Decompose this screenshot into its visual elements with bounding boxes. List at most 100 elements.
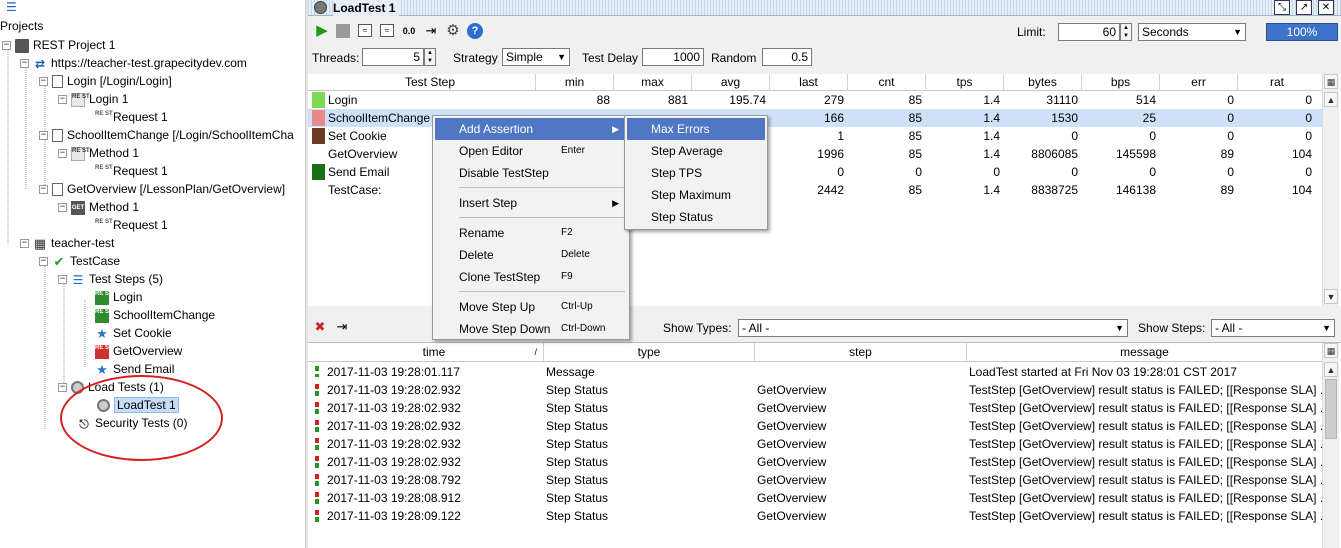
clear-log-icon[interactable]: ✖	[312, 319, 328, 335]
assertion-item-step-tps[interactable]: Step TPS	[627, 162, 765, 184]
scroll-up-arrow[interactable]: ▲	[1324, 362, 1338, 377]
tree-node-step-setcookie[interactable]: ★ Set Cookie	[95, 324, 172, 342]
scroll-up-arrow[interactable]: ▲	[1324, 92, 1338, 107]
column-header[interactable]: bps	[1082, 74, 1160, 91]
assertion-item-max-errors[interactable]: Max Errors	[627, 118, 765, 140]
menu-item-clone-teststep[interactable]: Clone TestStep F9	[435, 266, 627, 288]
tree-node-resource-login[interactable]: − Login [/Login/Login]	[39, 72, 172, 90]
column-header[interactable]: max	[614, 74, 692, 91]
tree-node-step-login[interactable]: RE STLogin	[95, 288, 142, 306]
collapse-toggle[interactable]: −	[39, 77, 48, 87]
export-icon[interactable]: ⇥	[423, 23, 439, 39]
statistics-row[interactable]: Login 88 881 195.74 279 85 1.4 31110 514 0 0	[308, 91, 1322, 109]
collapse-toggle[interactable]: −	[58, 95, 67, 105]
menu-item-move-step-down[interactable]: Move Step Down Ctrl-Down	[435, 318, 627, 340]
collapse-toggle[interactable]: −	[20, 59, 29, 69]
threads-spinner[interactable]: ▲ ▼	[424, 48, 436, 66]
column-header[interactable]: cnt	[848, 74, 926, 91]
column-header-message[interactable]: message	[967, 343, 1322, 362]
column-header[interactable]: min	[536, 74, 614, 91]
tree-node-resource-getoverview[interactable]: − GetOverview [/LessonPlan/GetOverview]	[39, 180, 285, 198]
log-row[interactable]: 2017-11-03 19:28:02.932 Step Status GetOve…	[308, 381, 1322, 399]
assertion-item-step-status[interactable]: Step Status	[627, 206, 765, 228]
column-header[interactable]: last	[770, 74, 848, 91]
show-steps-select[interactable]: - All - ▼	[1211, 319, 1335, 337]
tree-node-method[interactable]: − RE STMethod 1	[58, 144, 139, 162]
tree-node-request[interactable]: RE STRequest 1	[95, 108, 168, 126]
test-delay-input[interactable]: 1000	[642, 48, 704, 66]
limit-input[interactable]: 60	[1058, 23, 1120, 41]
menu-item-add-assertion[interactable]: Add Assertion ▶	[435, 118, 627, 140]
column-header-step[interactable]: step	[755, 343, 967, 362]
tree-node-testsuite[interactable]: − ▦ teacher-test	[20, 234, 114, 252]
menu-item-insert-step[interactable]: Insert Step ▶	[435, 192, 627, 214]
menu-item-disable-teststep[interactable]: Disable TestStep	[435, 162, 627, 184]
column-chooser-icon[interactable]: ▦	[1324, 343, 1338, 358]
threads-input[interactable]: 5	[362, 48, 424, 66]
tree-node-step-getoverview[interactable]: RE STGetOverview	[95, 342, 182, 360]
random-input[interactable]: 0.5	[762, 48, 812, 66]
collapse-toggle[interactable]: −	[39, 185, 48, 195]
tree-node-service[interactable]: − ⇄ https://teacher-test.grapecitydev.com	[20, 54, 247, 72]
statistics-graph-icon[interactable]: ≈	[358, 24, 372, 37]
column-header[interactable]: rat	[1238, 74, 1316, 91]
column-header[interactable]: err	[1160, 74, 1238, 91]
strategy-select[interactable]: Simple ▼	[502, 48, 570, 66]
tree-node-resource-schoolitemchange[interactable]: − SchoolItemChange [/Login/SchoolItemCha	[39, 126, 294, 144]
log-row[interactable]: 2017-11-03 19:28:02.932 Step Status GetOve…	[308, 399, 1322, 417]
assertion-item-step-maximum[interactable]: Step Maximum	[627, 184, 765, 206]
column-header[interactable]: tps	[926, 74, 1004, 91]
close-window-icon[interactable]: ✕	[1318, 0, 1334, 15]
column-header-time[interactable]: time /	[325, 343, 544, 362]
reset-statistics-icon[interactable]: 0.0	[401, 23, 417, 39]
log-row[interactable]: 2017-11-03 19:28:09.122 Step Status GetOve…	[308, 507, 1322, 525]
log-scrollbar[interactable]: ▦ ▲	[1322, 343, 1339, 548]
tree-node-teststeps[interactable]: − ☰ Test Steps (5)	[58, 270, 163, 288]
tree-node-request[interactable]: RE STRequest 1	[95, 162, 168, 180]
menu-item-move-step-up[interactable]: Move Step Up Ctrl-Up	[435, 296, 627, 318]
collapse-toggle[interactable]: −	[20, 239, 29, 249]
statistics-history-icon[interactable]: ≈	[380, 24, 394, 37]
collapse-toggle[interactable]: −	[58, 383, 67, 393]
scrollbar-thumb[interactable]	[1325, 379, 1337, 439]
limit-unit-select[interactable]: Seconds ▼	[1138, 23, 1246, 41]
log-row[interactable]: 2017-11-03 19:28:02.932 Step Status GetOve…	[308, 435, 1322, 453]
tree-node-step-schoolitemchange[interactable]: RE STSchoolItemChange	[95, 306, 215, 324]
menu-item-open-editor[interactable]: Open Editor Enter	[435, 140, 627, 162]
log-row[interactable]: 2017-11-03 19:28:08.792 Step Status GetOve…	[308, 471, 1322, 489]
stop-icon[interactable]	[336, 24, 350, 38]
menu-item-delete[interactable]: Delete Delete	[435, 244, 627, 266]
tree-node-method-login1[interactable]: − RE STLogin 1	[58, 90, 128, 108]
limit-spinner[interactable]: ▲ ▼	[1120, 23, 1132, 41]
menu-item-rename[interactable]: Rename F2	[435, 222, 627, 244]
show-types-select[interactable]: - All - ▼	[738, 319, 1128, 337]
assertion-item-step-average[interactable]: Step Average	[627, 140, 765, 162]
collapse-toggle[interactable]: −	[58, 149, 67, 159]
collapse-toggle[interactable]: −	[2, 41, 11, 51]
detach-window-icon[interactable]: ↗	[1296, 0, 1312, 15]
column-chooser-icon[interactable]: ▦	[1324, 74, 1338, 89]
collapse-toggle[interactable]: −	[39, 131, 48, 141]
collapse-toggle[interactable]: −	[58, 203, 67, 213]
tree-node-method-get[interactable]: − GET Method 1	[58, 198, 139, 216]
column-header[interactable]: bytes	[1004, 74, 1082, 91]
log-row[interactable]: 2017-11-03 19:28:02.932 Step Status GetOve…	[308, 417, 1322, 435]
scroll-down-arrow[interactable]: ▼	[1324, 289, 1338, 304]
collapse-toggle[interactable]: −	[39, 257, 48, 267]
collapse-toggle[interactable]: −	[58, 275, 67, 285]
run-play-icon[interactable]: ▶	[314, 23, 330, 39]
help-icon[interactable]: ?	[467, 23, 483, 39]
column-header[interactable]: avg	[692, 74, 770, 91]
column-header[interactable]: Test Step	[325, 74, 536, 91]
tree-node-request[interactable]: RE STRequest 1	[95, 216, 168, 234]
statistics-scrollbar[interactable]: ▦ ▲ ▼	[1322, 74, 1339, 306]
log-row[interactable]: 2017-11-03 19:28:02.932 Step Status GetOve…	[308, 453, 1322, 471]
log-row[interactable]: 2017-11-03 19:28:08.912 Step Status GetOve…	[308, 489, 1322, 507]
tree-node-testcase[interactable]: − ✔ TestCase	[39, 252, 120, 270]
tree-node-project[interactable]: − REST Project 1	[2, 36, 115, 54]
log-row[interactable]: 2017-11-03 19:28:01.117 Message LoadTest s…	[308, 363, 1322, 381]
export-log-icon[interactable]: ⇥	[334, 319, 350, 335]
column-header-type[interactable]: type	[544, 343, 755, 362]
gear-icon[interactable]: ⚙	[445, 23, 461, 39]
restore-window-icon[interactable]: ⤡	[1274, 0, 1290, 15]
